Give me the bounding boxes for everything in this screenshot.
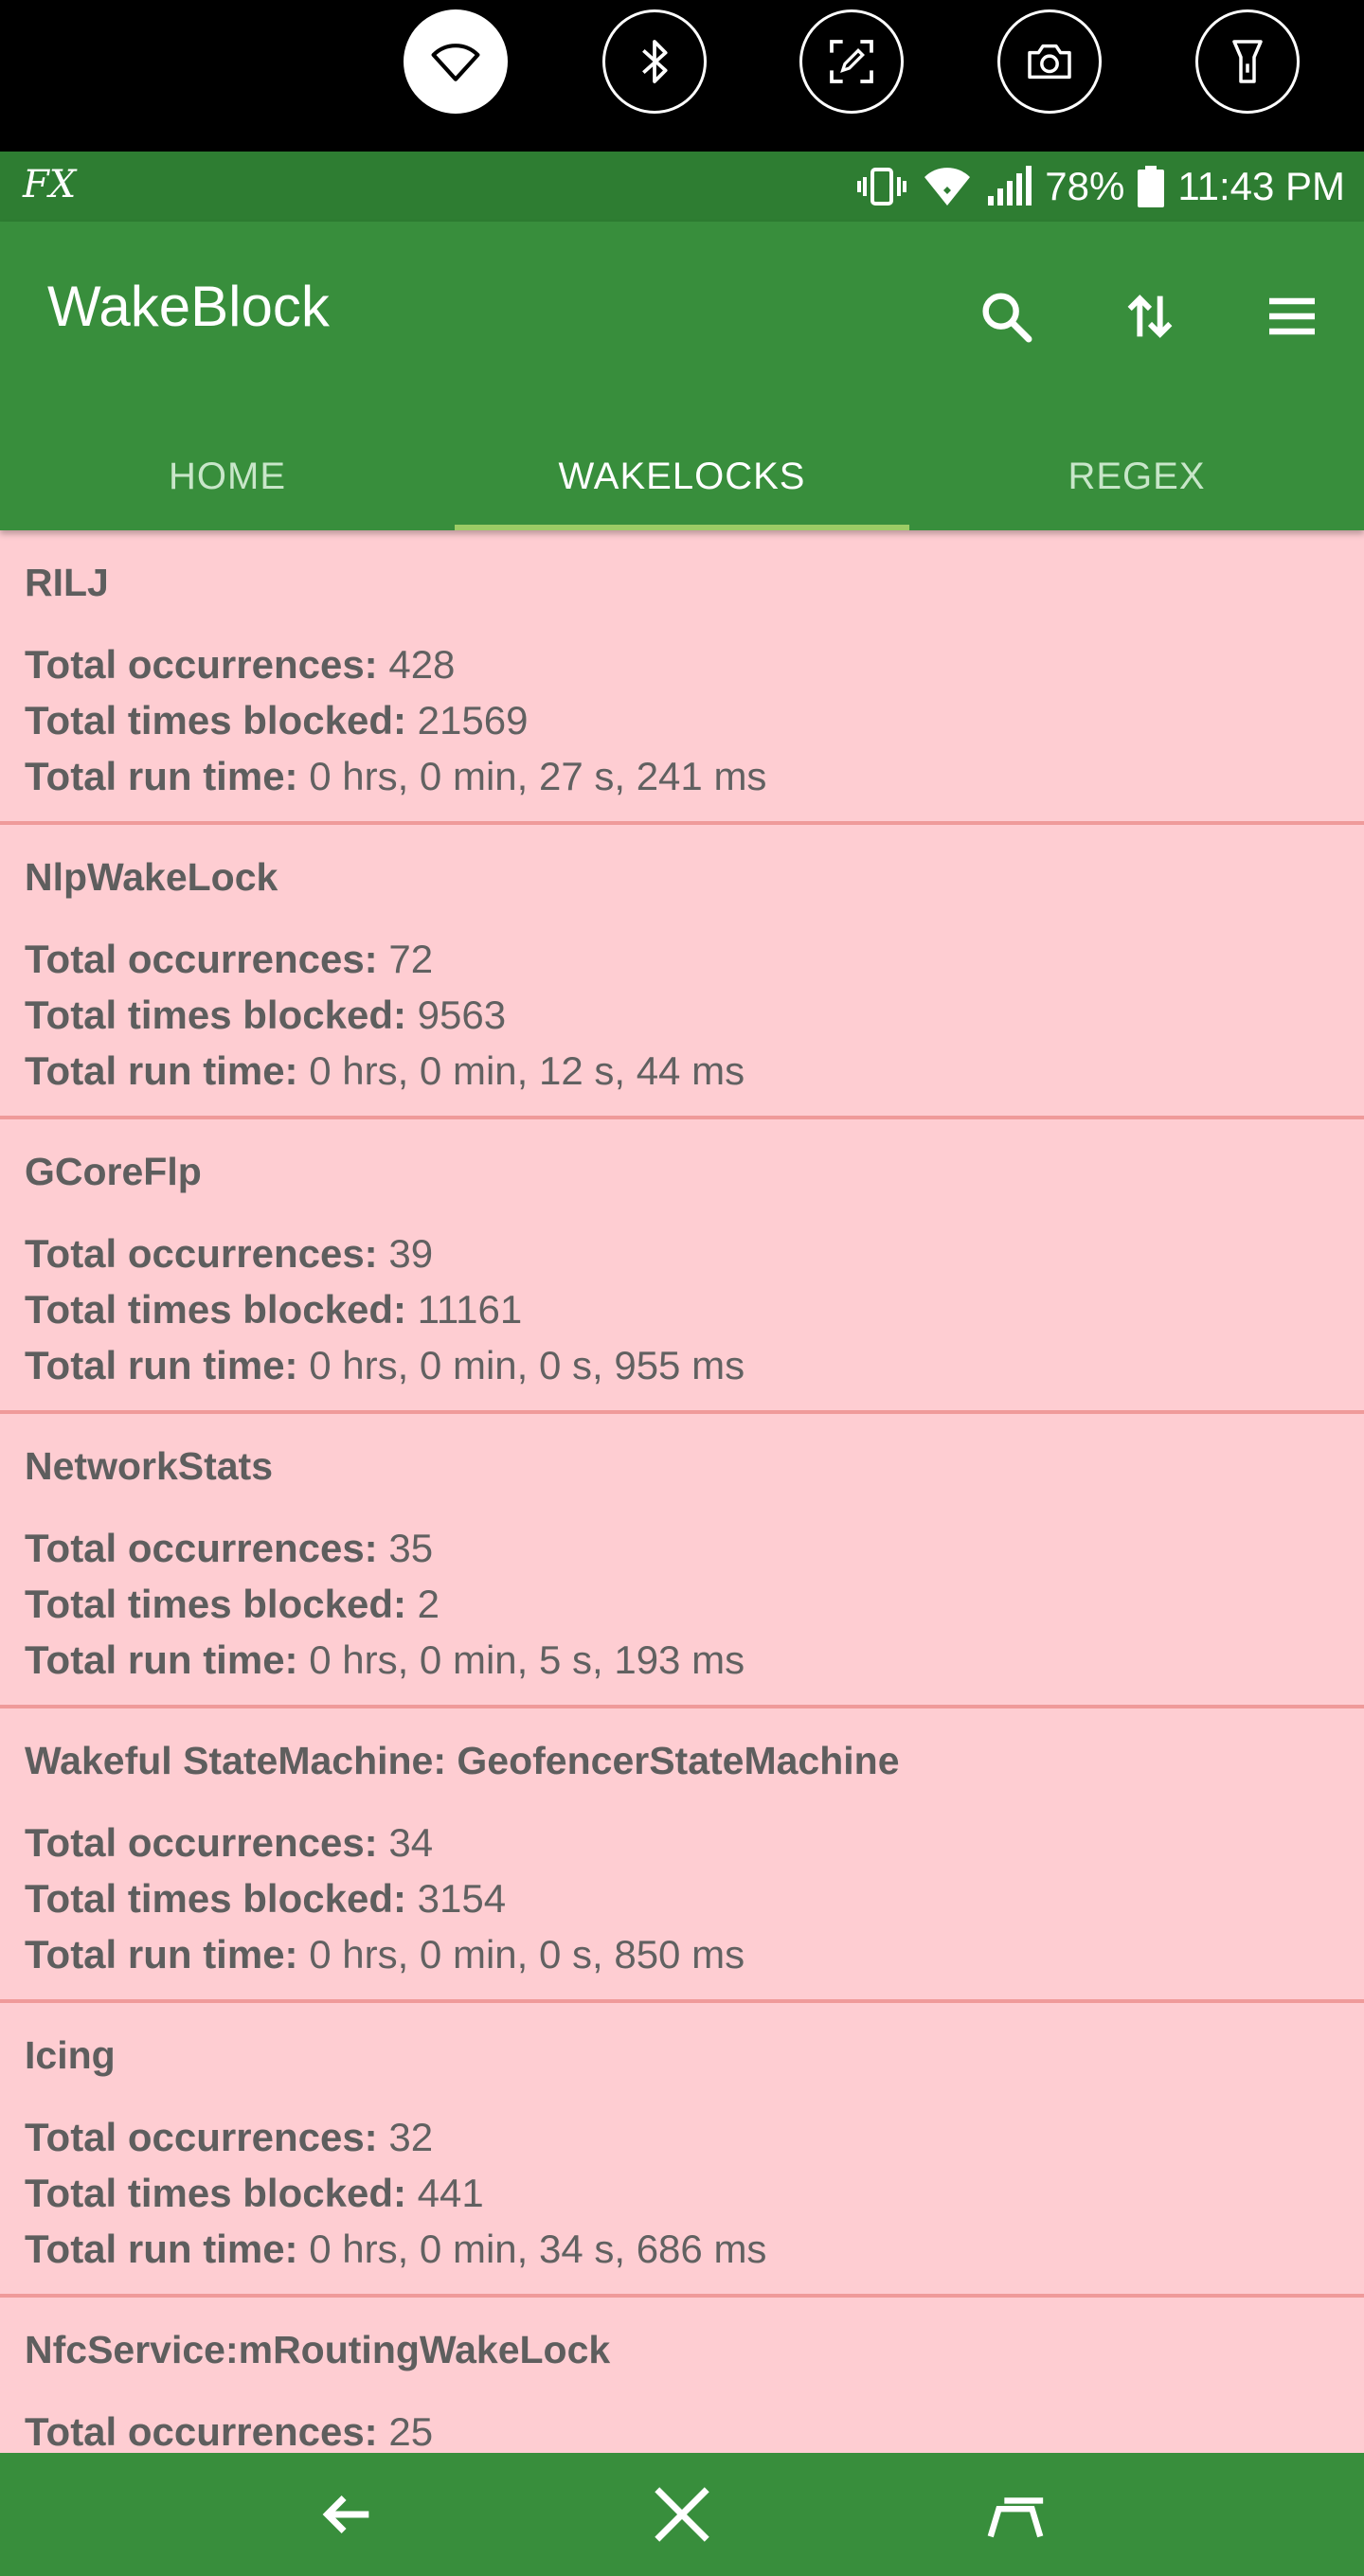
search-button[interactable] xyxy=(959,269,1053,364)
runtime-label: Total run time: xyxy=(25,1048,298,1093)
blocked-label: Total times blocked: xyxy=(25,1287,406,1332)
wakelock-list[interactable]: RILJ Total occurrences: 428 Total times … xyxy=(0,530,1364,2453)
runtime-value: 0 hrs, 0 min, 34 s, 686 ms xyxy=(309,2227,767,2271)
wifi-signal-icon xyxy=(924,168,971,206)
list-item[interactable]: Wakeful StateMachine: GeofencerStateMach… xyxy=(0,1708,1364,2003)
blocked-value: 441 xyxy=(417,2171,484,2215)
wakelock-name: Icing xyxy=(25,2033,116,2077)
occurrences-label: Total occurrences: xyxy=(25,642,378,687)
wakelock-name: NfcService:mRoutingWakeLock xyxy=(25,2328,611,2371)
runtime-label: Total run time: xyxy=(25,1343,298,1387)
occurrences-value: 428 xyxy=(388,642,456,687)
recents-icon xyxy=(987,2497,1044,2538)
fx-indicator: FX xyxy=(23,163,77,206)
occurrences-value: 32 xyxy=(388,2115,434,2159)
status-bar: FX 78% 11:43 PM xyxy=(0,152,1364,222)
wakelock-name: Wakeful StateMachine: GeofencerStateMach… xyxy=(25,1739,900,1782)
tab-wakelocks[interactable]: WAKELOCKS xyxy=(455,422,909,530)
blocked-label: Total times blocked: xyxy=(25,1876,406,1921)
runtime-label: Total run time: xyxy=(25,2227,298,2271)
blocked-label: Total times blocked: xyxy=(25,698,406,742)
menu-button[interactable] xyxy=(1245,269,1339,364)
occurrences-value: 35 xyxy=(388,1526,434,1570)
list-item[interactable]: Icing Total occurrences: 32 Total times … xyxy=(0,2003,1364,2298)
back-button[interactable] xyxy=(299,2467,394,2562)
screen-capture-toggle[interactable] xyxy=(799,9,904,114)
runtime-value: 0 hrs, 0 min, 12 s, 44 ms xyxy=(309,1048,745,1093)
runtime-value: 0 hrs, 0 min, 0 s, 850 ms xyxy=(309,1932,745,1977)
clock: 11:43 PM xyxy=(1177,164,1345,208)
wifi-icon xyxy=(431,44,480,81)
occurrences-label: Total occurrences: xyxy=(25,2115,378,2159)
runtime-label: Total run time: xyxy=(25,754,298,798)
app-bar: WakeBlock HOME WAKELOCKS REGEX xyxy=(0,222,1364,530)
list-item[interactable]: NetworkStats Total occurrences: 35 Total… xyxy=(0,1414,1364,1708)
occurrences-value: 72 xyxy=(388,937,434,981)
search-icon xyxy=(982,293,1032,343)
cell-signal-icon xyxy=(988,166,1032,206)
list-item[interactable]: RILJ Total occurrences: 428 Total times … xyxy=(0,530,1364,825)
occurrences-label: Total occurrences: xyxy=(25,1526,378,1570)
bluetooth-toggle[interactable] xyxy=(602,9,707,114)
blocked-value: 2 xyxy=(417,1582,440,1626)
camera-icon xyxy=(1028,44,1071,80)
tab-bar: HOME WAKELOCKS REGEX xyxy=(0,422,1364,530)
battery-percent: 78% xyxy=(1045,164,1125,208)
wakelock-name: NlpWakeLock xyxy=(25,855,278,899)
home-button[interactable] xyxy=(635,2467,729,2562)
blocked-label: Total times blocked: xyxy=(25,1582,406,1626)
blocked-label: Total times blocked: xyxy=(25,2171,406,2215)
app-title: WakeBlock xyxy=(47,275,330,338)
runtime-label: Total run time: xyxy=(25,1932,298,1977)
battery-icon xyxy=(1138,166,1165,207)
bluetooth-icon xyxy=(642,40,668,83)
wakelock-name: NetworkStats xyxy=(25,1444,274,1488)
blocked-value: 21569 xyxy=(417,698,529,742)
wakelock-name: GCoreFlp xyxy=(25,1150,202,1193)
quick-settings-bar xyxy=(0,0,1364,152)
tab-home[interactable]: HOME xyxy=(0,422,455,530)
tab-regex[interactable]: REGEX xyxy=(909,422,1364,530)
navigation-bar xyxy=(0,2453,1364,2576)
blocked-value: 9563 xyxy=(417,993,507,1037)
blocked-value: 11161 xyxy=(417,1287,523,1332)
runtime-value: 0 hrs, 0 min, 27 s, 241 ms xyxy=(309,754,767,798)
occurrences-value: 34 xyxy=(388,1820,434,1865)
vibrate-icon xyxy=(857,168,907,206)
capture-edit-icon xyxy=(830,40,873,83)
flashlight-icon xyxy=(1232,40,1263,83)
runtime-label: Total run time: xyxy=(25,1637,298,1682)
close-x-icon xyxy=(655,2487,709,2542)
wifi-toggle[interactable] xyxy=(404,9,508,114)
sort-arrows-icon xyxy=(1127,295,1173,338)
runtime-value: 0 hrs, 0 min, 5 s, 193 ms xyxy=(309,1637,745,1682)
wakelock-name: RILJ xyxy=(25,561,109,604)
blocked-label: Total times blocked: xyxy=(25,993,406,1037)
occurrences-value: 25 xyxy=(388,2409,434,2453)
occurrences-label: Total occurrences: xyxy=(25,2409,378,2453)
occurrences-label: Total occurrences: xyxy=(25,937,378,981)
list-item[interactable]: NfcService:mRoutingWakeLock Total occurr… xyxy=(0,2298,1364,2453)
sort-button[interactable] xyxy=(1103,269,1197,364)
recents-button[interactable] xyxy=(968,2467,1063,2562)
occurrences-label: Total occurrences: xyxy=(25,1231,378,1276)
list-item[interactable]: GCoreFlp Total occurrences: 39 Total tim… xyxy=(0,1119,1364,1414)
list-item[interactable]: NlpWakeLock Total occurrences: 72 Total … xyxy=(0,825,1364,1119)
runtime-value: 0 hrs, 0 min, 0 s, 955 ms xyxy=(309,1343,745,1387)
blocked-value: 3154 xyxy=(417,1876,507,1921)
occurrences-value: 39 xyxy=(388,1231,434,1276)
back-arrow-icon xyxy=(322,2496,369,2533)
camera-toggle[interactable] xyxy=(997,9,1102,114)
flashlight-toggle[interactable] xyxy=(1195,9,1300,114)
menu-icon xyxy=(1269,297,1315,335)
occurrences-label: Total occurrences: xyxy=(25,1820,378,1865)
